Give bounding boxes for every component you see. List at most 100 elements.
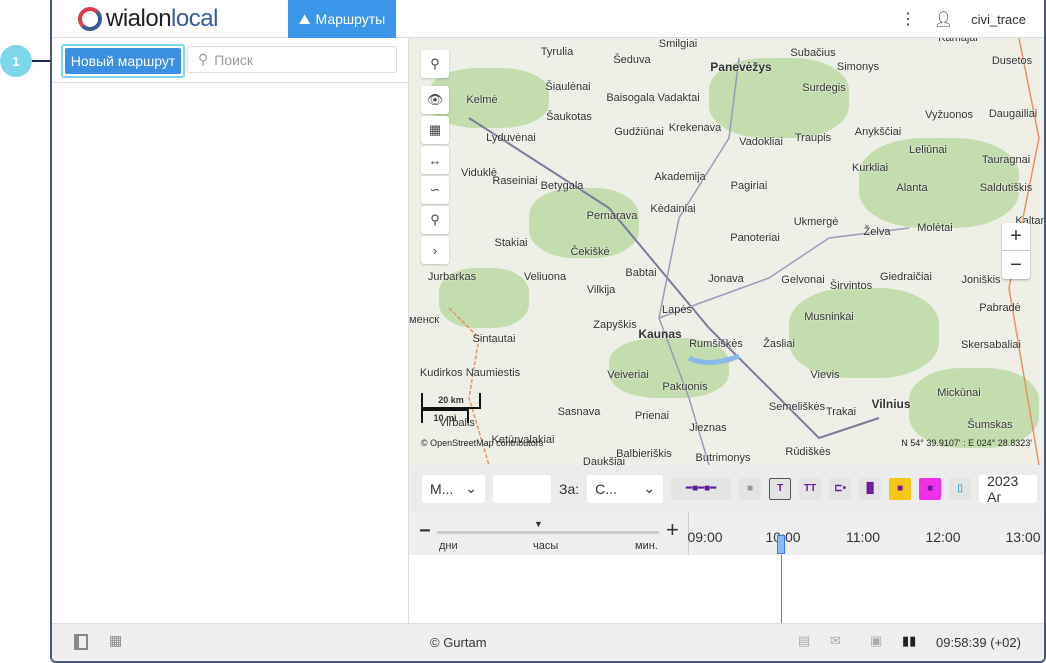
- copyright: © Gurtam: [430, 635, 487, 650]
- city-label: Kaunas: [638, 327, 682, 341]
- scale-bar: 20 km 10 mi: [421, 393, 481, 423]
- map[interactable]: Smilgiai Tyrulia Šeduva Panevėžys Subačius Si…: [409, 38, 1044, 465]
- city-label: Alanta: [896, 182, 928, 194]
- map-tools: ⚲ 👁︎ ▦ ↔ ∽ ⚲ ›: [421, 50, 449, 266]
- city-label: Vilnius: [871, 397, 911, 411]
- time-tick: 09:00: [687, 529, 723, 545]
- scale-label-days: дни: [439, 540, 458, 552]
- username[interactable]: civi_trace: [971, 12, 1026, 27]
- city-label: Pernarava: [586, 210, 638, 222]
- track-style-icon[interactable]: ━■━■━: [671, 477, 732, 500]
- route-icon[interactable]: ∽: [421, 176, 449, 204]
- period-input[interactable]: [493, 474, 551, 503]
- panel-toggle-icon[interactable]: [74, 634, 88, 650]
- user-icon[interactable]: 👤︎: [934, 10, 953, 28]
- city-label: Rūdiškės: [785, 446, 831, 458]
- search-input[interactable]: ⚲ Поиск: [187, 46, 397, 73]
- date-input[interactable]: 2023 Аг: [979, 473, 1038, 505]
- city-label: Lapės: [662, 304, 692, 316]
- city-label: Jurbarkas: [427, 271, 477, 283]
- expand-chevron-icon[interactable]: ›: [421, 236, 449, 264]
- city-label: Semeliškės: [768, 401, 826, 413]
- mail-forward-icon[interactable]: ✉: [830, 633, 841, 649]
- slider-marker-icon[interactable]: ▯: [949, 477, 972, 500]
- city-label: Molėtai: [917, 222, 953, 234]
- city-label: Rumšiškės: [689, 338, 743, 350]
- timeline-scale-slider[interactable]: [437, 531, 659, 534]
- routes-panel: Новый маршрут ⚲ Поиск: [52, 38, 409, 623]
- text-icon[interactable]: T: [769, 477, 792, 500]
- scale-km: 20 km: [421, 393, 481, 409]
- city-label: Zapyškis: [593, 319, 637, 331]
- marker-icon[interactable]: ⊏•: [829, 477, 852, 500]
- scale-pointer-icon: ▼: [534, 519, 543, 529]
- period-select-value: С...: [595, 480, 617, 497]
- city-label: Saldutiškis: [979, 182, 1033, 194]
- block-icon[interactable]: ▐▌: [859, 477, 882, 500]
- city-label: Trakai: [825, 406, 857, 418]
- city-label: Žasliai: [763, 338, 795, 350]
- map-search-icon[interactable]: ⚲: [421, 50, 449, 78]
- tab-routes[interactable]: ⛰ Маршруты: [288, 0, 396, 38]
- city-label: Ukmergė: [793, 216, 839, 228]
- city-label: Šeduva: [613, 54, 651, 66]
- city-label: Šiaulėnai: [545, 81, 591, 93]
- city-label: Raseiniai: [492, 175, 538, 187]
- map-layers-icon[interactable]: ▦: [421, 116, 449, 144]
- city-label: Panevėžys: [710, 60, 772, 74]
- mode-select[interactable]: М... ⌄: [422, 474, 485, 503]
- city-label: Betygala: [540, 180, 584, 192]
- timeline-toolbar: М... ⌄ За: С... ⌄ ━■━■━ ■ T TT ⊏• ▐▌ ■ ■ ▯…: [409, 465, 1044, 512]
- image-icon[interactable]: ▣: [870, 633, 882, 649]
- scale-label-hours: часы: [533, 540, 559, 552]
- city-label: Joniškis: [961, 274, 1001, 286]
- city-label: Tyrulia: [540, 46, 574, 58]
- map-attribution[interactable]: © OpenStreetMap contributors: [421, 438, 543, 448]
- roads: [448, 38, 1040, 465]
- logo-text: wialonlocal: [106, 5, 218, 32]
- mode-select-value: М...: [430, 480, 454, 497]
- city-label: Pagiriai: [730, 180, 768, 192]
- city-label: Gelvonai: [781, 274, 825, 286]
- pink-frame-icon[interactable]: ■: [919, 477, 942, 500]
- city-label: Pakuonis: [662, 381, 708, 393]
- city-label: Anykščiai: [854, 126, 902, 138]
- city-label: Kėdainiai: [650, 203, 696, 215]
- city-label: Skersabaliai: [961, 339, 1021, 351]
- timeline-zoom-out[interactable]: −: [419, 520, 431, 543]
- current-time-handle[interactable]: [777, 535, 785, 554]
- logo[interactable]: wialonlocal: [78, 4, 218, 34]
- period-select[interactable]: С... ⌄: [587, 474, 664, 503]
- stop-icon[interactable]: ■: [739, 477, 762, 500]
- map-pin-icon: ⛰: [298, 10, 311, 27]
- timeline-scale: − ▼ + дни часы мин.: [409, 512, 689, 555]
- zoom-out-button[interactable]: −: [1002, 251, 1030, 279]
- city-label: Veliuona: [523, 271, 567, 283]
- city-label: Veiveriai: [607, 369, 649, 381]
- timeline[interactable]: − ▼ + дни часы мин. 09:00 10:00 11:00 12…: [409, 512, 1044, 555]
- zoom-in-button[interactable]: +: [1002, 223, 1030, 251]
- eye-icon[interactable]: 👁︎: [421, 86, 449, 114]
- city-label: Prienai: [634, 410, 670, 422]
- city-label: Gudžiūnai: [614, 126, 664, 138]
- logo-icon: [78, 7, 102, 31]
- city-label: Jieznas: [689, 422, 727, 434]
- city-label: Musninkai: [804, 311, 854, 323]
- city-label: Kudirkos Naumiestis: [419, 367, 521, 379]
- yellow-frame-icon[interactable]: ■: [889, 477, 912, 500]
- layout-icon[interactable]: ▮▮: [902, 633, 916, 649]
- more-menu-icon[interactable]: ⋮: [900, 9, 916, 29]
- grid-icon[interactable]: ▦: [109, 632, 122, 649]
- timeline-zoom-in[interactable]: +: [666, 517, 679, 543]
- ruler-icon[interactable]: ↔: [421, 146, 449, 174]
- new-route-button[interactable]: Новый маршрут: [61, 44, 185, 78]
- city-label: Vadokliai: [739, 136, 783, 148]
- city-label: Krekenava: [668, 122, 722, 134]
- waypoints-icon[interactable]: ⚲: [421, 206, 449, 234]
- city-label: Traupis: [794, 132, 832, 144]
- notes-icon[interactable]: ▤: [798, 633, 810, 649]
- search-icon: ⚲: [198, 51, 209, 67]
- double-text-icon[interactable]: TT: [799, 477, 822, 500]
- timeline-tracks: [409, 555, 1044, 624]
- city-label: Vyžuonos: [925, 109, 973, 121]
